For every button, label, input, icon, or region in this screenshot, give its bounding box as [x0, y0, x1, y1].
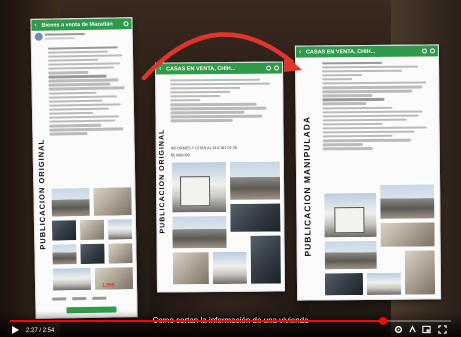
miniplayer-icon[interactable]	[422, 325, 431, 334]
player-controls: Como cortan la información de una vivien…	[0, 311, 461, 337]
house-photo	[323, 239, 378, 271]
house-photo	[323, 191, 378, 239]
post-body-text	[47, 44, 130, 137]
house-photo	[379, 183, 436, 220]
post-author	[32, 29, 132, 43]
vertical-label-manipulated: PUBLICACION MANIPULADA	[301, 115, 313, 257]
house-photo	[171, 214, 228, 250]
price-text: $5,998,000	[170, 153, 190, 158]
post-bar-title: Bienes a venta de Mazatlán	[41, 20, 113, 29]
house-photo	[106, 218, 134, 241]
house-photo	[92, 186, 133, 217]
more-icon	[429, 48, 435, 54]
progress-fill	[10, 320, 383, 322]
post-bar-title: CASAS EN VENTA, CHIH...	[305, 48, 376, 56]
post-body-text	[322, 59, 433, 151]
house-photo	[365, 271, 403, 297]
settings-icon[interactable]	[394, 325, 403, 334]
house-photo	[228, 160, 282, 201]
house-photo	[171, 251, 210, 286]
price-tag: 1,995	[102, 282, 115, 289]
house-photo	[170, 160, 228, 214]
house-photo	[79, 242, 106, 266]
house-photo	[211, 250, 248, 286]
vertical-label-middle: PUBLICACION ORIGINAL	[158, 128, 167, 234]
house-photo	[229, 202, 282, 233]
middle-post-card: ‹ CASAS EN VENTA, CHIH... INFORMES Y CIT…	[154, 61, 286, 293]
vertical-label-original: PUBLICACION ORIGINAL	[36, 138, 48, 250]
progress-bar[interactable]	[10, 317, 451, 325]
manipulated-post-card: ‹ CASAS EN VENTA, CHIH... PUBLICACION MA…	[294, 44, 442, 301]
subtitles-icon[interactable]	[408, 325, 417, 334]
progress-knob[interactable]	[378, 317, 387, 325]
house-photo	[51, 243, 78, 266]
contact-info: INFORMES Y CITAS AL 614 181 02 28	[170, 145, 237, 151]
house-photo	[78, 218, 106, 242]
house-photo	[249, 234, 282, 285]
curved-arrow-icon	[141, 32, 302, 81]
time-display: 2:27 / 2:54	[26, 328, 55, 334]
house-photo	[323, 272, 365, 297]
search-icon	[421, 48, 427, 54]
house-photo	[379, 221, 436, 248]
avatar	[34, 32, 43, 41]
search-icon	[123, 21, 129, 27]
fullscreen-icon[interactable]	[438, 325, 447, 334]
house-photo	[50, 219, 78, 242]
post-header-bar: ‹ CASAS EN VENTA, CHIH...	[295, 45, 438, 58]
house-photo	[107, 242, 134, 265]
house-photo	[50, 186, 91, 218]
house-photo	[51, 266, 93, 292]
original-post-card: ‹ Bienes a venta de Mazatlán 1,995 PUBLI…	[30, 17, 138, 319]
video-frame[interactable]: ‹ Bienes a venta de Mazatlán 1,995 PUBLI…	[0, 0, 461, 337]
play-icon[interactable]	[12, 326, 19, 334]
reaction-bar	[52, 296, 132, 302]
house-photo	[403, 249, 437, 296]
